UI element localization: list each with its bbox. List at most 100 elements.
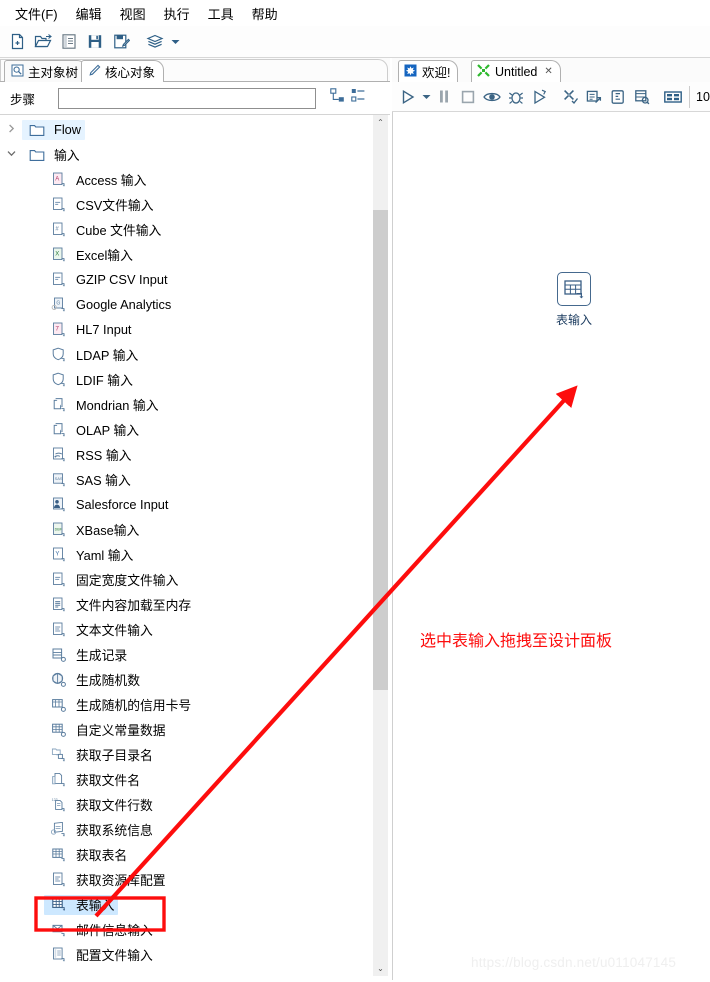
menu-item-help[interactable]: 帮助 [243, 2, 287, 25]
tree-item[interactable]: 邮件信息输入 [0, 917, 372, 942]
mail-input-icon [48, 922, 70, 938]
menu-item-file[interactable]: 文件(F) [6, 2, 67, 25]
zoom-level-value[interactable]: 10 [689, 85, 710, 108]
tree-item-label: LDIF 输入 [76, 373, 133, 388]
grid-icon[interactable] [661, 84, 685, 110]
tree-item-content: 生成记录 [44, 645, 131, 665]
chevron-right-icon[interactable] [0, 124, 22, 135]
expand-all-icon[interactable] [330, 88, 345, 108]
tree-item[interactable]: 获取表名 [0, 842, 372, 867]
tree-item[interactable]: 自定义常量数据 [0, 717, 372, 742]
close-icon[interactable]: ✕ [544, 66, 552, 77]
tree-item[interactable]: # Cube 文件输入 [0, 217, 372, 242]
tree-item[interactable]: Flow [0, 117, 372, 142]
save-icon[interactable] [82, 29, 108, 55]
collapse-all-icon[interactable] [351, 88, 366, 108]
menu-bar: 文件(F) 编辑 视图 执行 工具 帮助 [0, 0, 710, 26]
tree-item[interactable]: 生成随机的信用卡号 [0, 692, 372, 717]
tree-item[interactable]: 文本文件输入 [0, 617, 372, 642]
run-dropdown-caret-icon[interactable] [420, 84, 433, 110]
tree-item[interactable]: 输入 [0, 142, 372, 167]
replay-icon[interactable] [528, 84, 552, 110]
database-explore-icon[interactable] [630, 84, 654, 110]
layers-icon[interactable] [142, 29, 168, 55]
tree-vertical-scrollbar[interactable]: ⌃ ⌄ [373, 115, 388, 976]
menu-item-run[interactable]: 执行 [155, 2, 199, 25]
transformation-icon [477, 63, 490, 80]
scroll-down-arrow-icon[interactable]: ⌄ [373, 961, 388, 976]
tree-item-content: 文件内容加载至内存 [44, 595, 195, 615]
sql-icon[interactable] [606, 84, 630, 110]
verify-icon[interactable] [559, 84, 583, 110]
tree-item[interactable]: 固定宽度文件输入 [0, 567, 372, 592]
menu-item-tools[interactable]: 工具 [199, 2, 243, 25]
tree-item[interactable]: G Google Analytics [0, 292, 372, 317]
explorer-icon[interactable] [56, 29, 82, 55]
debug-icon[interactable] [504, 84, 528, 110]
save-as-icon[interactable] [108, 29, 134, 55]
tree-item[interactable]: 7 HL7 Input [0, 317, 372, 342]
tree-item[interactable]: RSS 输入 [0, 442, 372, 467]
tree-item-label: 生成随机的信用卡号 [76, 698, 192, 713]
tree-item[interactable]: GZIP CSV Input [0, 267, 372, 292]
chevron-down-icon[interactable] [0, 149, 22, 160]
preview-icon[interactable] [480, 84, 504, 110]
tree-item[interactable]: Mondrian 输入 [0, 392, 372, 417]
tree-item-label: 文件内容加载至内存 [76, 598, 192, 613]
access-input-icon: A [48, 172, 70, 188]
tree-item[interactable]: Salesforce Input [0, 492, 372, 517]
tree-item[interactable]: Y Yaml 输入 [0, 542, 372, 567]
tree-item[interactable]: A Access 输入 [0, 167, 372, 192]
layers-dropdown-caret-icon[interactable] [168, 29, 182, 55]
core-objects-tree[interactable]: Flow 输入 A Access 输入 CSV文件输入 # Cube 文件输入 X Excel输… [0, 115, 372, 976]
new-file-icon[interactable] [4, 29, 30, 55]
tree-item-content: 生成随机的信用卡号 [44, 695, 195, 715]
tree-item[interactable]: 获取子目录名 [0, 742, 372, 767]
tree-item[interactable]: 获取文件名 [0, 767, 372, 792]
tree-item[interactable]: X Excel输入 [0, 242, 372, 267]
canvas-node-table-input[interactable]: 表输入 [539, 272, 609, 328]
impact-icon[interactable] [583, 84, 607, 110]
menu-item-view[interactable]: 视图 [111, 2, 155, 25]
scroll-up-arrow-icon[interactable]: ⌃ [373, 115, 388, 130]
transformation-canvas[interactable]: 表输入 选中表输入拖拽至设计面板 https://blog.csdn.net/u… [392, 112, 710, 980]
tree-item[interactable]: 获取系统信息 [0, 817, 372, 842]
tree-item-content: CSV文件输入 [44, 195, 158, 215]
property-input-icon [48, 947, 70, 963]
tree-item[interactable]: 配置文件输入 [0, 942, 372, 967]
tree-item[interactable]: 表输入 [0, 892, 372, 917]
tree-item-label: Yaml 输入 [76, 548, 134, 563]
tab-untitled[interactable]: Untitled ✕ [471, 60, 561, 82]
run-icon[interactable] [396, 84, 420, 110]
tree-item[interactable]: 123 获取文件行数 [0, 792, 372, 817]
tree-item-label: 配置文件输入 [76, 948, 153, 963]
tree-item[interactable]: DBF XBase输入 [0, 517, 372, 542]
tree-item[interactable]: 生成随机数 [0, 667, 372, 692]
tree-item[interactable]: LDAP 输入 [0, 342, 372, 367]
tree-item[interactable]: CSV文件输入 [0, 192, 372, 217]
tree-item[interactable]: 文件内容加载至内存 [0, 592, 372, 617]
tree-item-content: 7 HL7 Input [44, 320, 136, 340]
tree-item-label: Access 输入 [76, 173, 147, 188]
tree-item[interactable]: SAS SAS 输入 [0, 467, 372, 492]
stop-icon[interactable] [456, 84, 480, 110]
tab-core-objects[interactable]: 核心对象 [81, 60, 165, 82]
tree-item-content: 生成随机数 [44, 670, 144, 690]
tree-item-content: 获取系统信息 [44, 820, 157, 840]
pause-icon[interactable] [433, 84, 457, 110]
tab-welcome[interactable]: 欢迎! [398, 60, 459, 82]
table-input-icon [557, 272, 591, 306]
tree-item[interactable]: OLAP 输入 [0, 417, 372, 442]
rss-input-icon [48, 447, 70, 463]
tree-item-label: RSS 输入 [76, 448, 132, 463]
menu-item-edit[interactable]: 编辑 [67, 2, 111, 25]
tree-item[interactable]: 获取资源库配置 [0, 867, 372, 892]
tree-item[interactable]: LDIF 输入 [0, 367, 372, 392]
scrollbar-thumb[interactable] [373, 210, 388, 690]
tree-item-content: DBF XBase输入 [44, 520, 143, 540]
search-input[interactable] [58, 87, 316, 109]
open-folder-icon[interactable] [30, 29, 56, 55]
right-panel: 欢迎! Untitled ✕ 10 表输入 选中表输入拖拽至设计面板 https… [392, 58, 710, 982]
tree-item[interactable]: 生成记录 [0, 642, 372, 667]
tab-main-object-tree[interactable]: 主对象树 [4, 60, 88, 82]
